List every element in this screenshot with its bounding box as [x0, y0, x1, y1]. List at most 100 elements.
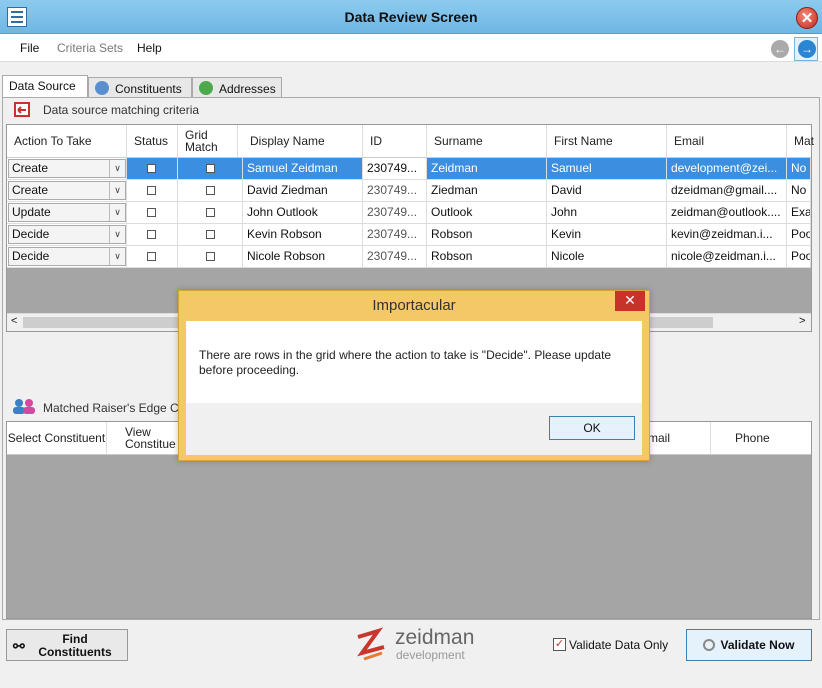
- scroll-right-icon[interactable]: >: [799, 315, 805, 327]
- chevron-down-icon[interactable]: ∨: [109, 248, 125, 265]
- status-cell[interactable]: [127, 180, 178, 201]
- chevron-down-icon[interactable]: ∨: [109, 204, 125, 221]
- menu-file[interactable]: File: [20, 41, 39, 55]
- id-cell[interactable]: 230749...: [363, 180, 427, 201]
- grid-match-cell[interactable]: [178, 202, 243, 223]
- chevron-down-icon[interactable]: ∨: [109, 182, 125, 199]
- id-cell[interactable]: 230749...: [363, 224, 427, 245]
- surname-cell[interactable]: Robson: [427, 224, 547, 245]
- link-icon: [703, 639, 716, 651]
- col-surname[interactable]: Surname: [427, 125, 547, 157]
- grid-match-cell[interactable]: [178, 246, 243, 267]
- status-cell[interactable]: [127, 158, 178, 179]
- action-dropdown[interactable]: Create ∨: [8, 159, 126, 178]
- col-select-constituent[interactable]: Select Constituent: [7, 422, 107, 454]
- action-dropdown[interactable]: Decide ∨: [8, 225, 126, 244]
- col-action[interactable]: Action To Take: [7, 125, 127, 157]
- first-cell[interactable]: Nicole: [547, 246, 667, 267]
- name-cell[interactable]: David Ziedman: [243, 180, 363, 201]
- mat-cell[interactable]: Exac: [787, 202, 811, 223]
- find-constituents-button[interactable]: ⚯ Find Constituents: [6, 629, 128, 661]
- grid-match-cell[interactable]: [178, 180, 243, 201]
- col-phone[interactable]: Phone: [711, 422, 811, 454]
- grid-match-checkbox[interactable]: [206, 208, 215, 217]
- col-first-name[interactable]: First Name: [547, 125, 667, 157]
- tab-constituents[interactable]: Constituents: [88, 77, 192, 98]
- chevron-down-icon[interactable]: ∨: [109, 226, 125, 243]
- action-dropdown[interactable]: Create ∨: [8, 181, 126, 200]
- chevron-down-icon[interactable]: ∨: [109, 160, 125, 177]
- grid-match-checkbox[interactable]: [206, 252, 215, 261]
- mat-cell[interactable]: No N: [787, 158, 811, 179]
- action-dropdown[interactable]: Decide ∨: [8, 247, 126, 266]
- first-cell[interactable]: John: [547, 202, 667, 223]
- email-cell[interactable]: dzeidman@gmail....: [667, 180, 787, 201]
- back-arrow-icon[interactable]: ←: [771, 40, 789, 58]
- grid-match-checkbox[interactable]: [206, 164, 215, 173]
- validate-only-checkbox[interactable]: ✓: [553, 638, 566, 651]
- status-checkbox[interactable]: [147, 164, 156, 173]
- surname-cell[interactable]: Robson: [427, 246, 547, 267]
- id-cell[interactable]: 230749...: [363, 246, 427, 267]
- email-cell[interactable]: nicole@zeidman.i...: [667, 246, 787, 267]
- name-cell[interactable]: Samuel Zeidman: [243, 158, 363, 179]
- first-cell[interactable]: Kevin: [547, 224, 667, 245]
- email-cell[interactable]: kevin@zeidman.i...: [667, 224, 787, 245]
- status-checkbox[interactable]: [147, 230, 156, 239]
- table-row[interactable]: Decide ∨ Kevin Robson 230749... Robson Kevin k…: [7, 224, 811, 246]
- grid-match-checkbox[interactable]: [206, 230, 215, 239]
- col-status[interactable]: Status: [127, 125, 178, 157]
- table-row[interactable]: Create ∨ Samuel Zeidman 230749... Zeidman Sam…: [7, 158, 811, 180]
- table-row[interactable]: Decide ∨ Nicole Robson 230749... Robson Nicol…: [7, 246, 811, 268]
- mat-cell[interactable]: Poo: [787, 246, 811, 267]
- action-cell[interactable]: Update ∨: [7, 202, 127, 223]
- action-cell[interactable]: Decide ∨: [7, 246, 127, 267]
- status-cell[interactable]: [127, 224, 178, 245]
- col-display-name[interactable]: Display Name: [243, 125, 363, 157]
- menu-help[interactable]: Help: [137, 41, 162, 55]
- col-id[interactable]: ID: [363, 125, 427, 157]
- scroll-left-icon[interactable]: <: [11, 315, 17, 327]
- action-cell[interactable]: Decide ∨: [7, 224, 127, 245]
- find-constituents-label: Find Constituents: [38, 632, 112, 659]
- col-view-constituent[interactable]: View Constitue: [107, 422, 187, 454]
- ok-button[interactable]: OK: [549, 416, 635, 440]
- status-checkbox[interactable]: [147, 208, 156, 217]
- col-match[interactable]: Mat: [787, 125, 814, 157]
- col-email[interactable]: Email: [667, 125, 787, 157]
- grid-match-cell[interactable]: [178, 224, 243, 245]
- table-row[interactable]: Create ∨ David Ziedman 230749... Ziedman Davi…: [7, 180, 811, 202]
- forward-button[interactable]: →: [794, 37, 818, 61]
- dialog-close-button[interactable]: ✕: [615, 291, 645, 311]
- surname-cell[interactable]: Ziedman: [427, 180, 547, 201]
- email-cell[interactable]: development@zei...: [667, 158, 787, 179]
- name-cell[interactable]: Nicole Robson: [243, 246, 363, 267]
- first-cell[interactable]: David: [547, 180, 667, 201]
- tab-data-source[interactable]: Data Source: [2, 75, 88, 98]
- grid-match-cell[interactable]: [178, 158, 243, 179]
- id-cell[interactable]: 230749...: [363, 158, 427, 179]
- action-cell[interactable]: Create ∨: [7, 180, 127, 201]
- tab-addresses[interactable]: Addresses: [192, 77, 282, 98]
- window-close-button[interactable]: ✕: [796, 7, 818, 29]
- status-cell[interactable]: [127, 246, 178, 267]
- surname-cell[interactable]: Zeidman: [427, 158, 547, 179]
- email-cell[interactable]: zeidman@outlook....: [667, 202, 787, 223]
- table-row[interactable]: Update ∨ John Outlook 230749... Outlook John z…: [7, 202, 811, 224]
- surname-cell[interactable]: Outlook: [427, 202, 547, 223]
- col-grid-match[interactable]: Grid Match: [178, 125, 238, 157]
- name-cell[interactable]: John Outlook: [243, 202, 363, 223]
- status-checkbox[interactable]: [147, 252, 156, 261]
- action-dropdown[interactable]: Update ∨: [8, 203, 126, 222]
- status-checkbox[interactable]: [147, 186, 156, 195]
- name-cell[interactable]: Kevin Robson: [243, 224, 363, 245]
- validate-now-button[interactable]: Validate Now: [686, 629, 812, 661]
- id-cell[interactable]: 230749...: [363, 202, 427, 223]
- action-cell[interactable]: Create ∨: [7, 158, 127, 179]
- mat-cell[interactable]: No M: [787, 180, 811, 201]
- mat-cell[interactable]: Poo: [787, 224, 811, 245]
- menu-criteria-sets[interactable]: Criteria Sets: [57, 41, 123, 55]
- first-cell[interactable]: Samuel: [547, 158, 667, 179]
- grid-match-checkbox[interactable]: [206, 186, 215, 195]
- status-cell[interactable]: [127, 202, 178, 223]
